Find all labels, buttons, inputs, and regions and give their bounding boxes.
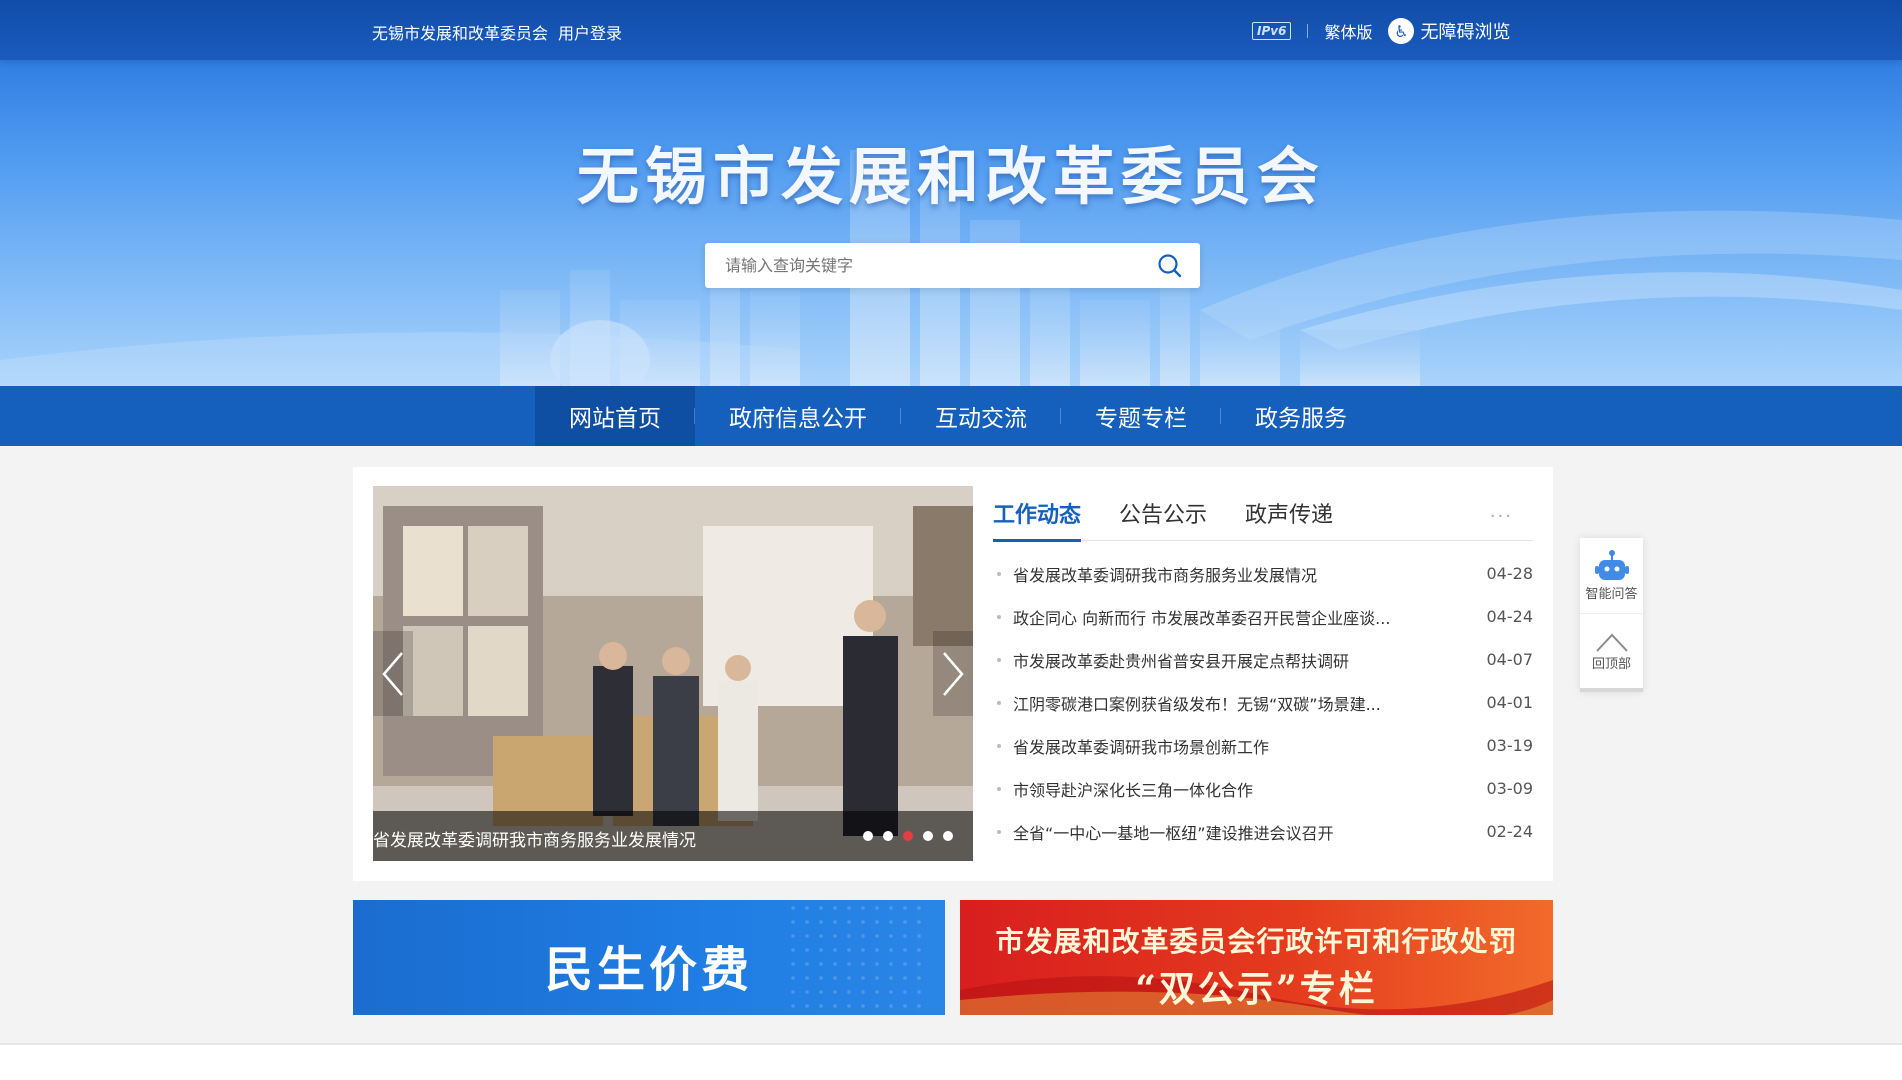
- bullet-icon: [997, 700, 1001, 705]
- top-bar-right: IPv6 繁体版 ♿ 无障碍浏览: [1252, 18, 1510, 44]
- main-nav: 网站首页 政府信息公开 互动交流 专题专栏 政务服务: [0, 386, 1902, 446]
- news-item-title: 江阴零碳港口案例获省级发布！无锡“双碳”场景建...: [1013, 694, 1381, 714]
- carousel-dots: [863, 831, 953, 841]
- more-link[interactable]: ···: [1490, 506, 1513, 527]
- carousel-dot-3[interactable]: [903, 831, 913, 841]
- news-tab-3[interactable]: 政声传递: [1245, 486, 1333, 541]
- price-banner-title: 民生价费: [544, 942, 753, 998]
- nav-item-5[interactable]: 政务服务: [1221, 386, 1381, 446]
- carousel-dot-1[interactable]: [863, 831, 873, 841]
- news-item-date: 03-09: [1486, 779, 1534, 798]
- org-name-link[interactable]: 无锡市发展和改革委员会: [372, 20, 548, 44]
- dual-publicity-banner[interactable]: 市发展和改革委员会行政许可和行政处罚 “双公示”专栏: [960, 900, 1553, 1015]
- price-banner[interactable]: 民生价费: [353, 900, 945, 1015]
- news-tab-1[interactable]: 工作动态: [993, 486, 1082, 542]
- main-nav-items: 网站首页 政府信息公开 互动交流 专题专栏 政务服务: [535, 386, 1381, 446]
- chevron-up-icon: [1595, 633, 1628, 652]
- news-item-date: 02-24: [1486, 822, 1534, 841]
- news-item-title: 省发展改革委调研我市场景创新工作: [1013, 737, 1270, 757]
- carousel-photo: [373, 486, 973, 861]
- robot-icon: [1594, 550, 1629, 580]
- news-item[interactable]: 市发展改革委赴贵州省普安县开展定点帮扶调研 04-07: [993, 638, 1533, 681]
- news-tabs: 工作动态 公告公示 政声传递 ···: [993, 486, 1533, 542]
- ipv6-badge: IPv6: [1252, 22, 1292, 40]
- news-item-title: 省发展改革委调研我市商务服务业发展情况: [1013, 565, 1318, 585]
- site-title: 无锡市发展和改革委员会: [576, 140, 1325, 213]
- news-item-title-wrap: 全省“一中心一基地一枢纽”建设推进会议召开: [993, 820, 1477, 844]
- carousel-caption[interactable]: 省发展改革委调研我市商务服务业发展情况: [373, 826, 696, 851]
- bullet-icon: [997, 614, 1001, 619]
- news-list: 省发展改革委调研我市商务服务业发展情况 04-28 政企同心 向新而行 市发展改革委…: [993, 552, 1533, 853]
- news-item-title-wrap: 市领导赴沪深化长三角一体化合作: [993, 777, 1477, 801]
- divider: [1307, 24, 1309, 38]
- carousel-caption-bar: 省发展改革委调研我市商务服务业发展情况: [373, 811, 973, 861]
- carousel-prev-button[interactable]: [373, 631, 413, 716]
- news-item[interactable]: 省发展改革委调研我市商务服务业发展情况 04-28: [993, 552, 1533, 595]
- accessibility-label: 无障碍浏览: [1420, 22, 1511, 43]
- bullet-icon: [997, 571, 1001, 576]
- search-icon: [1158, 253, 1182, 277]
- login-link[interactable]: 用户登录: [558, 20, 622, 44]
- top-bar-left: 无锡市发展和改革委员会 用户登录: [372, 20, 622, 44]
- city-skyline-decoration: [0, 150, 1902, 386]
- news-item-date: 04-24: [1486, 607, 1534, 626]
- bullet-icon: [997, 657, 1001, 662]
- news-panel: 工作动态 公告公示 政声传递 ··· 省发展改革委调研我市商务服务业发展情况 04-28…: [993, 486, 1533, 861]
- news-item-title-wrap: 省发展改革委调研我市场景创新工作: [993, 734, 1477, 758]
- news-tab-2[interactable]: 公告公示: [1119, 486, 1207, 541]
- news-item-date: 04-07: [1486, 650, 1534, 669]
- top-bar: 无锡市发展和改革委员会 用户登录 IPv6 繁体版 ♿ 无障碍浏览: [0, 0, 1902, 60]
- traditional-chinese-link[interactable]: 繁体版: [1324, 19, 1372, 43]
- news-item-title: 政企同心 向新而行 市发展改革委召开民营企业座谈...: [1013, 608, 1391, 628]
- nav-item-2[interactable]: 政府信息公开: [695, 386, 901, 446]
- search-input[interactable]: [705, 243, 1148, 288]
- carousel-dot-5[interactable]: [943, 831, 953, 841]
- dual-publicity-banner-line1: 市发展和改革委员会行政许可和行政处罚: [995, 925, 1518, 958]
- search-box: [705, 243, 1200, 288]
- news-item-title: 市发展改革委赴贵州省普安县开展定点帮扶调研: [1013, 651, 1350, 671]
- news-item[interactable]: 政企同心 向新而行 市发展改革委召开民营企业座谈... 04-24: [993, 595, 1533, 638]
- news-carousel[interactable]: 省发展改革委调研我市商务服务业发展情况: [373, 486, 973, 861]
- news-item-title-wrap: 市发展改革委赴贵州省普安县开展定点帮扶调研: [993, 648, 1477, 672]
- news-item-date: 03-19: [1486, 736, 1534, 755]
- accessibility-link[interactable]: ♿ 无障碍浏览: [1388, 18, 1510, 44]
- dual-publicity-banner-line2: “双公示”专栏: [1135, 968, 1378, 1010]
- news-item[interactable]: 省发展改革委调研我市场景创新工作 03-19: [993, 724, 1533, 767]
- nav-item-3[interactable]: 互动交流: [901, 386, 1061, 446]
- accessibility-icon: ♿: [1388, 18, 1415, 44]
- carousel-next-button[interactable]: [933, 631, 973, 716]
- news-item-date: 04-28: [1486, 564, 1534, 583]
- bullet-icon: [997, 829, 1001, 834]
- bullet-icon: [997, 786, 1001, 791]
- news-item-title: 全省“一中心一基地一枢纽”建设推进会议召开: [1013, 823, 1334, 843]
- header-hero: 无锡市发展和改革委员会 用户登录 IPv6 繁体版 ♿ 无障碍浏览 无锡市发展和…: [0, 0, 1902, 386]
- search-button[interactable]: [1148, 244, 1192, 288]
- ai-qa-label: 智能问答: [1585, 587, 1638, 602]
- nav-item-1[interactable]: 网站首页: [535, 386, 695, 446]
- news-item-title-wrap: 江阴零碳港口案例获省级发布！无锡“双碳”场景建...: [993, 691, 1477, 715]
- news-item-title-wrap: 省发展改革委调研我市商务服务业发展情况: [993, 562, 1477, 586]
- chevron-right-icon: [943, 651, 964, 696]
- ai-qa-button[interactable]: 智能问答: [1580, 538, 1643, 613]
- chevron-left-icon: [382, 651, 403, 696]
- bottom-strip: [0, 1043, 1902, 1080]
- back-to-top-label: 回顶部: [1591, 656, 1631, 672]
- side-float-panel: 智能问答 回顶部: [1580, 538, 1643, 692]
- news-item-date: 04-01: [1486, 693, 1534, 712]
- carousel-dot-4[interactable]: [923, 831, 933, 841]
- news-item[interactable]: 江阴零碳港口案例获省级发布！无锡“双碳”场景建... 04-01: [993, 681, 1533, 724]
- news-item[interactable]: 市领导赴沪深化长三角一体化合作 03-09: [993, 767, 1533, 810]
- news-item-title: 市领导赴沪深化长三角一体化合作: [1013, 780, 1254, 800]
- carousel-dot-2[interactable]: [883, 831, 893, 841]
- nav-item-4[interactable]: 专题专栏: [1061, 386, 1221, 446]
- news-item-title-wrap: 政企同心 向新而行 市发展改革委召开民营企业座谈...: [993, 605, 1477, 629]
- back-to-top-button[interactable]: 回顶部: [1580, 613, 1643, 688]
- main-panel: 省发展改革委调研我市商务服务业发展情况 工作动态 公告公示 政声传递 ··· 省发展改…: [353, 467, 1553, 881]
- news-item[interactable]: 全省“一中心一基地一枢纽”建设推进会议召开 02-24: [993, 810, 1533, 853]
- bullet-icon: [997, 743, 1001, 748]
